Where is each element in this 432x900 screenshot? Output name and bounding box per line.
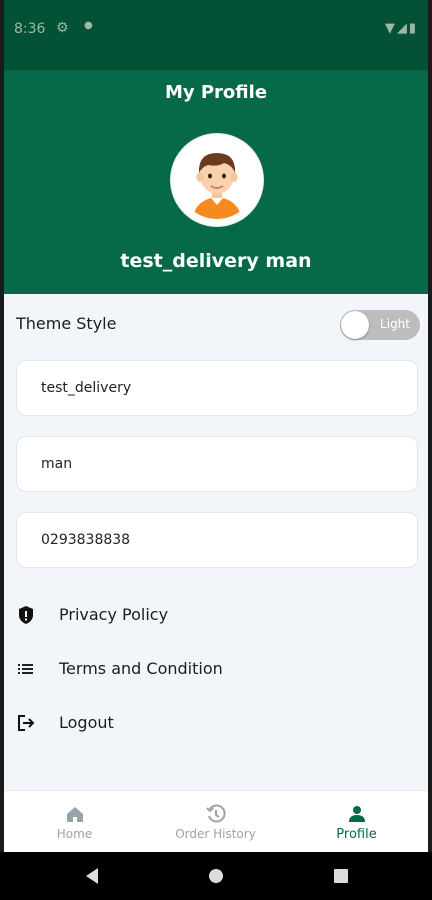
privacy-policy-item[interactable]: Privacy Policy [16,600,416,630]
list-icon [18,664,33,674]
settings-icon: ⚙ [56,20,69,36]
toggle-knob [341,311,369,339]
nav-home[interactable]: Home [4,791,145,853]
profile-name: test_delivery man [120,250,312,272]
theme-style-label: Theme Style [16,314,117,333]
system-navigation-bar [0,852,432,900]
nav-profile[interactable]: Profile [286,791,427,853]
status-time: 8:36 [14,21,46,37]
wifi-icon: ▼ [384,21,397,36]
nav-home-label: Home [56,827,93,841]
nav-order-history-label: Order History [175,827,256,841]
logout-label: Logout [59,713,114,732]
avatar [171,134,263,226]
nav-profile-label: Profile [336,827,377,842]
last-name-field[interactable]: man [16,436,418,492]
bottom-navigation: Home Order History Profile [4,790,428,853]
signal-icon: ◢ [396,21,409,36]
history-icon [206,804,226,823]
theme-style-row: Theme Style Light [16,310,420,342]
phone-field[interactable]: 0293838838 [16,512,418,568]
terms-condition-label: Terms and Condition [59,659,223,678]
terms-condition-item[interactable]: Terms and Condition [16,654,416,684]
nav-order-history[interactable]: Order History [145,791,286,853]
dot-icon: ● [84,20,93,31]
home-circle-icon[interactable] [209,869,223,883]
status-bar: 8:36 ⚙ ● ▼◢▮ [4,0,428,70]
privacy-policy-label: Privacy Policy [59,605,169,624]
theme-toggle[interactable]: Light [340,310,420,340]
back-icon[interactable] [86,868,98,884]
avatar-icon [178,141,256,219]
page-title: My Profile [164,82,268,103]
shield-icon [19,606,33,624]
logout-icon [18,715,35,731]
battery-icon: ▮ [408,21,418,36]
profile-header: My Profile test_delivery man [4,70,428,294]
logout-item[interactable]: Logout [16,708,416,738]
status-icons: ▼◢▮ [385,21,418,36]
toggle-text: Light [380,317,410,331]
home-icon [67,807,83,822]
first-name-field[interactable]: test_delivery [16,360,418,416]
recent-apps-icon[interactable] [334,869,348,883]
app-screen: 8:36 ⚙ ● ▼◢▮ My Profile test_delivery ma… [4,0,428,900]
person-icon [349,806,365,822]
